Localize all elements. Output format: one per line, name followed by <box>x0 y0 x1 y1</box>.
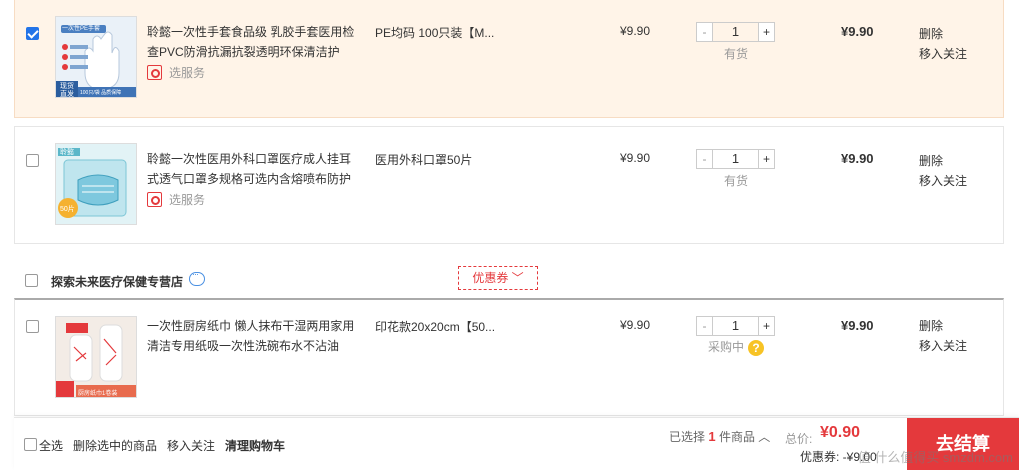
thumb-tag-text: 厨房纸巾1卷装 <box>78 391 118 397</box>
cart-item-row: 一次性PE手套 现货直发 100只/袋 品质保障 聆懿一次性手套食品级 乳胶手套… <box>14 0 1004 118</box>
item-subtotal: ¥9.90 <box>841 318 874 333</box>
cart-item-row: 厨房纸巾1卷装 一次性厨房纸巾 懒人抹布干湿两用家用清洁专用纸吸一次性洗碗布水不… <box>14 298 1004 416</box>
move-to-follow-link[interactable]: 移入关注 <box>919 44 967 64</box>
thumb-tag-text: 现货直发 <box>60 83 74 98</box>
thumb-tag-text: 50片 <box>60 206 75 213</box>
select-service-label: 选服务 <box>169 193 206 207</box>
service-gear-icon <box>147 192 162 207</box>
product-thumbnail[interactable]: 厨房纸巾1卷装 <box>55 316 137 398</box>
stock-status: 采购中? <box>696 338 776 356</box>
unit-price: ¥9.90 <box>620 24 651 38</box>
shop-checkbox[interactable] <box>25 274 38 287</box>
delete-selected-link[interactable]: 删除选中的商品 <box>73 437 157 454</box>
qty-input[interactable]: 1 <box>713 149 758 169</box>
select-all-checkbox[interactable] <box>24 438 37 451</box>
stock-status: 有货 <box>723 174 748 188</box>
item-ops: 删除 移入关注 <box>919 316 967 356</box>
move-to-follow-link[interactable]: 移入关注 <box>167 437 215 454</box>
product-spec[interactable]: PE均码 100只装【M... <box>375 24 515 41</box>
delete-link[interactable]: 删除 <box>919 24 967 44</box>
product-title[interactable]: 一次性厨房纸巾 懒人抹布干湿两用家用清洁专用纸吸一次性洗碗布水不沾油 <box>147 316 359 356</box>
qty-plus-button[interactable]: + <box>758 22 775 42</box>
total-label: 总价: <box>785 432 813 446</box>
stock-status-label: 采购中 <box>707 340 744 354</box>
selected-prefix: 已选择 <box>669 430 706 444</box>
cart-item-row: 聆懿 50片 聆懿一次性医用外科口罩医疗成人挂耳式透气口罩多规格可选内含熔喷布防… <box>14 126 1004 244</box>
thumb-caption-text: 100只/袋 品质保障 <box>80 90 122 96</box>
qty-minus-button[interactable]: - <box>696 22 713 42</box>
product-title[interactable]: 聆懿一次性医用外科口罩医疗成人挂耳式透气口罩多规格可选内含熔喷布防护 <box>147 149 359 189</box>
delete-link[interactable]: 删除 <box>919 151 967 171</box>
selected-count-toggle[interactable]: 已选择 1 件商品 ︿ <box>669 428 770 445</box>
product-spec[interactable]: 印花款20x20cm【50... <box>375 318 515 335</box>
move-to-follow-link[interactable]: 移入关注 <box>919 336 967 356</box>
item-ops: 删除 移入关注 <box>919 151 967 191</box>
item-checkbox[interactable] <box>26 154 39 167</box>
quantity-stepper: - 1 + <box>696 22 775 42</box>
quantity-stepper: - 1 + <box>696 316 775 336</box>
item-checkbox[interactable] <box>26 320 39 333</box>
qty-input[interactable]: 1 <box>713 22 758 42</box>
coupon-discount: 优惠券: -¥9.00 <box>800 450 877 464</box>
product-thumbnail[interactable]: 一次性PE手套 现货直发 100只/袋 品质保障 <box>55 16 137 98</box>
product-title[interactable]: 聆懿一次性手套食品级 乳胶手套医用检查PVC防滑抗漏抗裂透明环保清洁护 <box>147 22 359 62</box>
total-price: ¥0.90 <box>820 424 861 441</box>
thumb-brand-text: 聆懿 <box>60 149 74 156</box>
selected-count: 1 <box>708 429 716 444</box>
shop-coupon-button[interactable]: 优惠券 ﹀ <box>458 266 538 290</box>
qty-minus-button[interactable]: - <box>696 149 713 169</box>
stock-status: 有货 <box>723 47 748 61</box>
qty-minus-button[interactable]: - <box>696 316 713 336</box>
cart-bottom-bar: 全选 删除选中的商品 移入关注 清理购物车 已选择 1 件商品 ︿ 总价: ¥0… <box>14 417 1019 470</box>
delete-link[interactable]: 删除 <box>919 316 967 336</box>
quantity-stepper: - 1 + <box>696 149 775 169</box>
shop-name[interactable]: 探索未来医疗保健专营店 <box>51 273 183 290</box>
selected-suffix: 件商品 ︿ <box>718 430 771 444</box>
clear-cart-link[interactable]: 清理购物车 <box>225 437 285 454</box>
item-ops: 删除 移入关注 <box>919 24 967 64</box>
help-question-icon[interactable]: ? <box>748 339 764 356</box>
shop-header: 探索未来医疗保健专营店 优惠券 ﹀ <box>14 262 1004 298</box>
unit-price: ¥9.90 <box>620 151 651 165</box>
select-service[interactable]: 选服务 <box>147 191 205 208</box>
qty-plus-button[interactable]: + <box>758 149 775 169</box>
select-service-label: 选服务 <box>169 66 206 80</box>
thumb-badge-text: 一次性PE手套 <box>62 26 101 32</box>
select-all-label[interactable]: 全选 <box>39 437 63 454</box>
checkout-button[interactable]: 去结算 <box>907 418 1019 470</box>
unit-price: ¥9.90 <box>620 318 651 332</box>
product-spec[interactable]: 医用外科口罩50片 <box>375 151 515 168</box>
move-to-follow-link[interactable]: 移入关注 <box>919 171 967 191</box>
select-service[interactable]: 选服务 <box>147 64 205 81</box>
service-gear-icon <box>147 65 162 80</box>
paper-towel-image <box>56 317 136 397</box>
product-thumbnail[interactable]: 聆懿 50片 <box>55 143 137 225</box>
qty-plus-button[interactable]: + <box>758 316 775 336</box>
customer-service-chat-icon[interactable] <box>189 269 205 286</box>
item-subtotal: ¥9.90 <box>841 151 874 166</box>
item-subtotal: ¥9.90 <box>841 24 874 39</box>
qty-input[interactable]: 1 <box>713 316 758 336</box>
item-checkbox[interactable] <box>26 27 39 40</box>
